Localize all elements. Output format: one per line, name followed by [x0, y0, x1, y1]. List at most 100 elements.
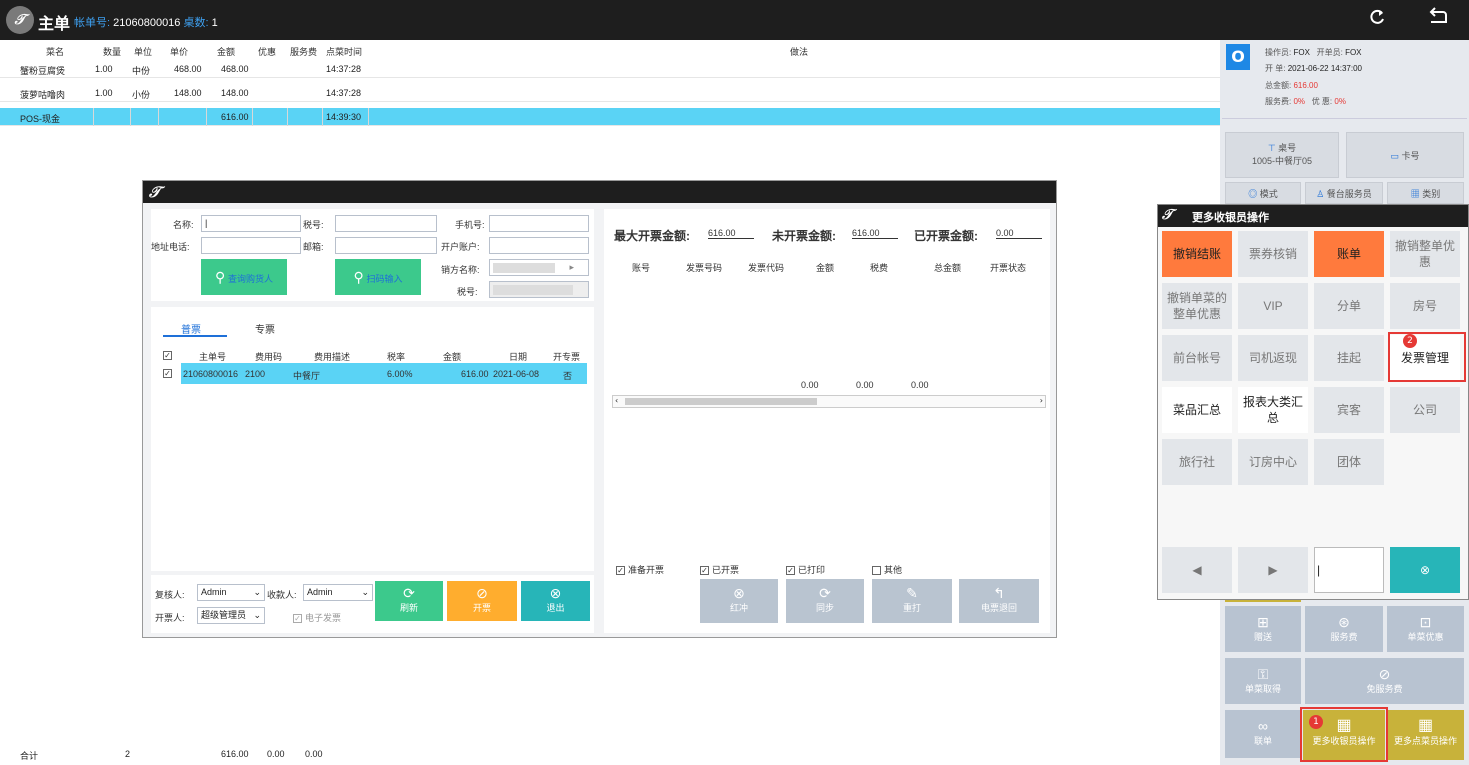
payee-select[interactable]: Admin ⌄ — [303, 584, 373, 601]
issuer-select[interactable]: 超级管理员 ⌄ — [197, 607, 265, 624]
open-time-line: 开 单: 2021-06-22 14:37:00 — [1265, 63, 1362, 74]
email-label: 邮箱: — [303, 242, 324, 252]
grid-icon: ▦ — [1417, 717, 1434, 734]
refresh-button[interactable]: ⟳ 刷新 — [375, 581, 443, 621]
room-number-button[interactable]: 房号 — [1390, 283, 1460, 329]
opener-label: 开单员: — [1316, 48, 1343, 57]
cancel-order-discount-button[interactable]: 撤销整单优惠 — [1390, 231, 1460, 277]
grid-icon: ▦ — [1410, 189, 1420, 199]
account-field[interactable] — [489, 237, 589, 254]
e-invoice-checkbox[interactable]: ✓ 电子发票 — [293, 611, 341, 624]
phone-field[interactable] — [489, 215, 589, 232]
email-field[interactable] — [335, 237, 437, 254]
card-label: 卡号 — [1401, 151, 1420, 161]
card-button[interactable]: ▭ 卡号 — [1346, 132, 1464, 178]
booking-center-button[interactable]: 订房中心 — [1238, 439, 1308, 485]
page-input[interactable]: | — [1314, 547, 1384, 593]
company-button[interactable]: 公司 — [1390, 387, 1460, 433]
blurred-value — [493, 263, 555, 273]
clear-button[interactable]: ⊗ — [1390, 547, 1460, 593]
table-row[interactable]: 菠萝咕噜肉 1.00 小份 148.00 148.00 14:37:28 — [0, 84, 1220, 102]
grid-line — [252, 108, 253, 126]
bill-button[interactable]: 账单 — [1314, 231, 1384, 277]
return-icon: ↰ — [993, 585, 1005, 601]
blurred-value — [493, 285, 573, 295]
scroll-right-icon[interactable]: › — [1040, 396, 1043, 405]
group-button[interactable]: 团体 — [1314, 439, 1384, 485]
order-number: 21060800016 — [113, 17, 181, 29]
cancel-checkout-button[interactable]: 撤销结账 — [1162, 231, 1232, 277]
filter-other[interactable]: 其他 — [872, 563, 902, 576]
guest-button[interactable]: 宾客 — [1314, 387, 1384, 433]
table-row[interactable]: 蟹粉豆腐煲 1.00 中份 468.00 468.00 14:37:28 — [0, 60, 1220, 78]
horizontal-scrollbar[interactable]: ‹ › — [612, 395, 1046, 408]
yen-icon: ⊛ — [1338, 614, 1350, 630]
cell-unit: 小份 — [132, 90, 151, 100]
search-icon: ⚲ — [353, 269, 364, 285]
link-button[interactable]: ∞ 联单 — [1225, 710, 1301, 758]
link-label: 联单 — [1253, 736, 1272, 746]
travel-agency-button[interactable]: 旅行社 — [1162, 439, 1232, 485]
category-button[interactable]: ▦ 类别 — [1387, 182, 1464, 204]
dropdown-arrow-icon[interactable]: ▸ — [569, 260, 574, 275]
filter-issued[interactable]: ✓ 已开票 — [700, 563, 739, 576]
seller-name-field[interactable]: ▸ — [489, 259, 589, 276]
tab-special-invoice[interactable]: 专票 — [255, 321, 275, 336]
refresh-icon[interactable] — [1363, 6, 1391, 34]
fee-row[interactable]: ✓ 21060800016 2100 中餐厅 6.00% 616.00 2021… — [161, 363, 587, 384]
mode-button[interactable]: ◎ 模式 — [1225, 182, 1301, 204]
service-fee-button[interactable]: ⊛ 服务费 — [1305, 606, 1383, 652]
table-count: 1 — [211, 17, 218, 29]
front-desk-account-button[interactable]: 前台帐号 — [1162, 335, 1232, 381]
receipt-icon: ⊡ — [1419, 614, 1432, 630]
free-service-button[interactable]: ⊘ 免服务费 — [1305, 658, 1464, 704]
issue-invoice-button[interactable]: ⊘ 开票 — [447, 581, 517, 621]
buyer-name-field[interactable]: | — [201, 215, 301, 232]
prev-page-button[interactable]: ◀ — [1162, 547, 1232, 593]
col-time: 点菜时间 — [326, 47, 363, 57]
col-code: 费用码 — [255, 352, 283, 362]
filter-printed[interactable]: ✓ 已打印 — [786, 563, 825, 576]
item-discount-button[interactable]: ⊡ 单菜优惠 — [1387, 606, 1464, 652]
app-logo: 𝒯 — [6, 6, 34, 34]
key-icon: ⚿ — [1257, 666, 1269, 682]
col-status: 开票状态 — [990, 263, 1027, 273]
more-order-ops-button[interactable]: ▦ 更多点菜员操作 — [1387, 710, 1464, 760]
voucher-writeoff-button[interactable]: 票券核销 — [1238, 231, 1308, 277]
scan-input-button[interactable]: ⚲ 扫码输入 — [335, 259, 421, 295]
scrollbar-thumb[interactable] — [625, 398, 817, 405]
item-pickup-button[interactable]: ⚿ 单菜取得 — [1225, 658, 1301, 704]
exit-button[interactable]: ⊗ 退出 — [521, 581, 590, 621]
scroll-left-icon[interactable]: ‹ — [615, 396, 618, 405]
table-number-button[interactable]: ⊤ 桌号 1005-中餐厅05 — [1225, 132, 1339, 178]
address-field[interactable] — [201, 237, 301, 254]
col-invoice-code: 发票代码 — [748, 263, 785, 273]
col-desc: 费用描述 — [314, 352, 351, 362]
tab-normal-invoice[interactable]: 普票 — [181, 321, 201, 336]
reviewer-select[interactable]: Admin ⌄ — [197, 584, 265, 601]
filter-ready[interactable]: ✓ 准备开票 — [616, 563, 664, 576]
reprint-label: 重打 — [902, 603, 921, 613]
waiter-button[interactable]: ♙ 餐台服务员 — [1305, 182, 1383, 204]
split-bill-button[interactable]: 分单 — [1314, 283, 1384, 329]
query-buyer-button[interactable]: ⚲ 查询购货人 — [201, 259, 287, 295]
vip-button[interactable]: VIP — [1238, 283, 1308, 329]
suspend-button[interactable]: 挂起 — [1314, 335, 1384, 381]
select-all-checkbox[interactable]: ✓ — [163, 350, 175, 361]
dish-summary-button[interactable]: 菜品汇总 — [1162, 387, 1232, 433]
driver-cashback-button[interactable]: 司机返现 — [1238, 335, 1308, 381]
table-row-selected[interactable]: POS-现金 616.00 14:39:30 — [0, 108, 1220, 126]
totals-discount: 0.00 — [267, 749, 285, 759]
sync-button: ⟳ 同步 — [786, 579, 864, 623]
gift-button[interactable]: ⊞ 赠送 — [1225, 606, 1301, 652]
back-icon[interactable] — [1424, 6, 1452, 34]
tax-number-field[interactable] — [335, 215, 437, 232]
sync-icon: ⟳ — [819, 585, 831, 601]
next-page-button[interactable]: ▶ — [1238, 547, 1308, 593]
search-icon: ⚲ — [214, 269, 226, 285]
cancel-item-order-discount-button[interactable]: 撤销单菜的整单优惠 — [1162, 283, 1232, 329]
report-category-summary-button[interactable]: 报表大类汇总 — [1238, 387, 1308, 433]
row-checkbox[interactable]: ✓ — [163, 368, 175, 379]
max-amount-value: 616.00 — [708, 228, 754, 239]
cell-time: 14:39:30 — [326, 112, 362, 122]
